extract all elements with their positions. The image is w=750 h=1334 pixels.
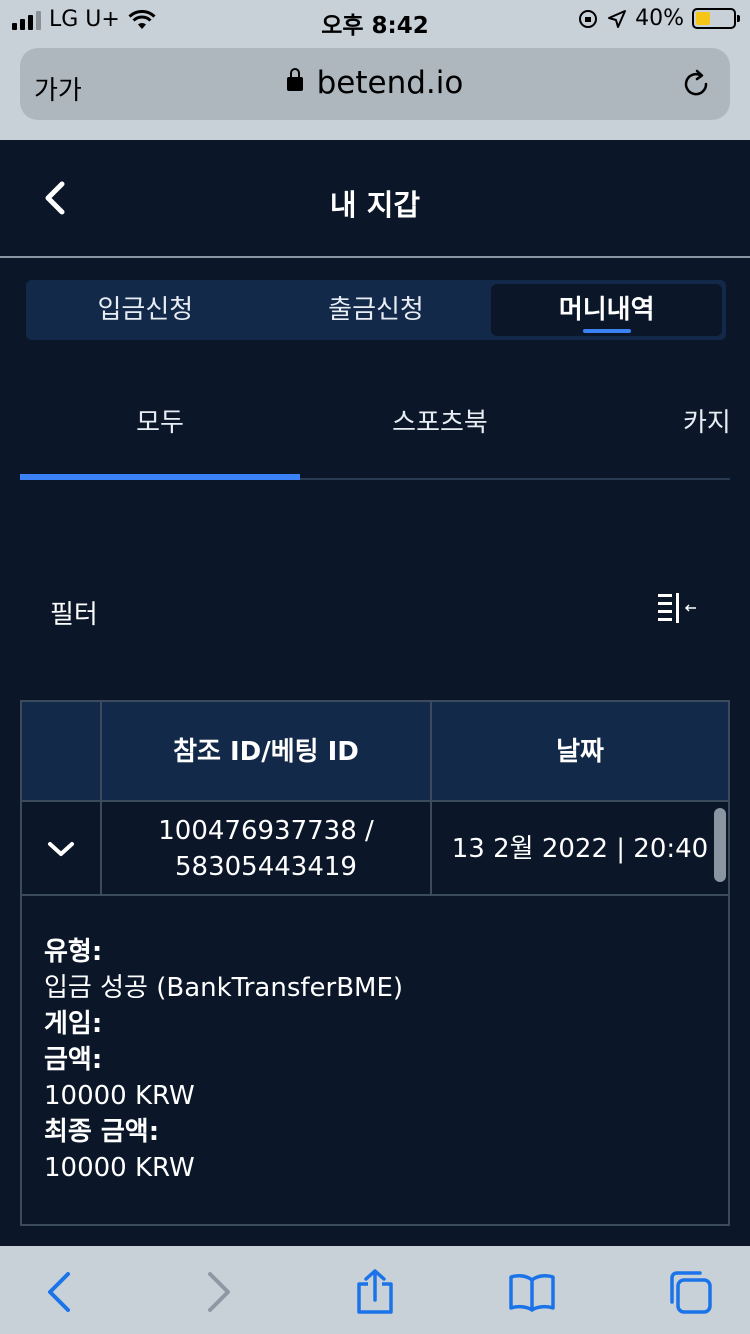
table-header: 참조 ID/베팅 ID 날짜 [22,702,728,802]
page-title: 내 지갑 [329,188,421,222]
lock-icon [286,68,303,91]
table-row[interactable]: 100476937738 / 58305443419 13 2월 2022 | … [22,802,728,896]
orientation-lock-icon [579,9,598,28]
row-details: 유형: 입금 성공 (BankTransferBME) 게임: 금액: 1000… [44,934,403,1186]
main-tabs: 입금신청 출금신청 머니내역 [26,280,726,340]
battery-percent: 40% [635,6,684,31]
detail-game-key: 게임: [44,1009,103,1039]
subtab-all[interactable]: 모두 [20,402,300,439]
url-text: betend.io [316,65,464,101]
filter-toggle-icon[interactable] [656,592,700,628]
status-bar: LG U+ 오후 8:42 40% [0,0,750,40]
browser-forward-icon[interactable] [194,1268,242,1316]
tab-deposit[interactable]: 입금신청 [30,284,261,336]
detail-final-amount-value: 10000 KRW [44,1153,195,1183]
history-table: 참조 ID/베팅 ID 날짜 100476937738 / 5830544341… [20,700,730,1226]
browser-back-icon[interactable] [36,1268,84,1316]
detail-final-amount-key: 최종 금액: [44,1117,160,1147]
sub-tabs: 모두 스포츠북 카지 [20,370,750,480]
detail-amount-value: 10000 KRW [44,1081,195,1111]
subtab-sportsbook[interactable]: 스포츠북 [300,402,580,439]
app-header: 내 지갑 [0,140,750,258]
tab-withdraw[interactable]: 출금신청 [261,284,492,336]
reference-id: 100476937738 / [158,816,374,846]
battery-icon [692,8,740,29]
tabs-icon[interactable] [666,1268,714,1316]
detail-type-key: 유형: [44,937,103,967]
browser-toolbar [0,1246,750,1334]
chevron-down-icon[interactable] [46,839,76,859]
filter-label: 필터 [50,600,98,630]
column-header-date: 날짜 [556,737,604,767]
tab-money-history[interactable]: 머니내역 [491,284,723,336]
detail-type-value: 입금 성공 (BankTransferBME) [44,973,404,1003]
detail-amount-key: 금액: [44,1045,103,1075]
subtab-active-indicator [20,474,300,480]
location-arrow-icon [608,9,627,28]
column-header-ref-id: 참조 ID/베팅 ID [173,737,359,767]
browser-top-chrome: LG U+ 오후 8:42 40% 가가 betend.io [0,0,750,140]
share-icon[interactable] [351,1268,399,1316]
bet-id: 58305443419 [175,852,357,882]
subtab-casino[interactable]: 카지 [683,402,731,439]
bookmarks-icon[interactable] [508,1268,556,1316]
transaction-date: 13 2월 2022 | 20:40 [451,834,709,864]
scrollbar-thumb[interactable] [714,808,726,882]
address-bar[interactable]: 가가 betend.io [20,48,730,120]
reload-icon[interactable] [680,68,712,100]
